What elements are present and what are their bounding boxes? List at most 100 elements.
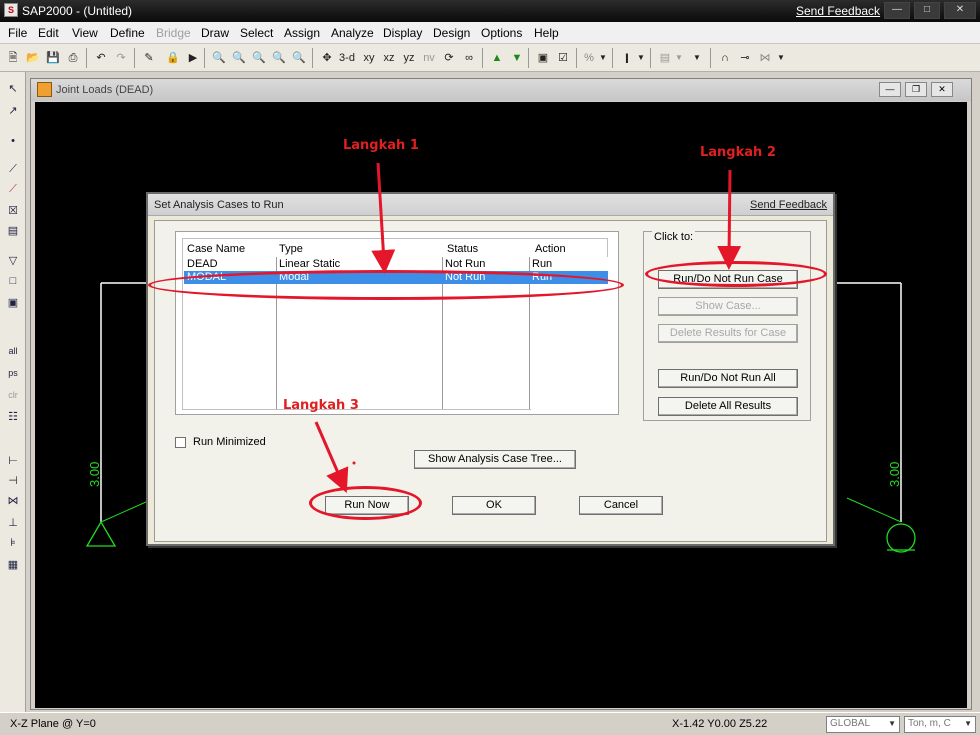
draw-poly-area-icon[interactable]: ▽ xyxy=(4,252,22,270)
percent-button[interactable]: % xyxy=(580,49,598,67)
zoom-in-icon[interactable]: 🔍 xyxy=(270,49,288,67)
view-nv-button[interactable]: nv xyxy=(420,49,438,67)
view-yz-button[interactable]: yz xyxy=(400,49,418,67)
draw-joint-icon[interactable]: • xyxy=(4,132,22,150)
send-feedback-link[interactable]: Send Feedback xyxy=(796,4,880,18)
view-xz-button[interactable]: xz xyxy=(380,49,398,67)
zoom-window-icon[interactable]: 🔍 xyxy=(210,49,228,67)
menu-file[interactable]: File xyxy=(8,26,27,40)
frame-brace-icon[interactable]: ⊸ xyxy=(736,49,754,67)
menu-assign[interactable]: Assign xyxy=(284,26,320,40)
zoom-full-icon[interactable]: 🔍 xyxy=(250,49,268,67)
get-previous-icon[interactable]: ps xyxy=(4,364,22,382)
get-previous-selection-icon[interactable]: ☑ xyxy=(554,49,572,67)
app-titlebar: S SAP2000 - (Untitled) Send Feedback — □… xyxy=(0,0,980,22)
snap-ends-icon[interactable]: ⊣ xyxy=(4,472,22,490)
draw-frame-icon[interactable]: ⟋ xyxy=(4,160,22,178)
annotation-step-2: Langkah 2 xyxy=(700,145,776,160)
sap2000-logo-icon: S xyxy=(4,3,18,17)
clear-selection-icon[interactable]: clr xyxy=(4,386,22,404)
coord-system-select[interactable]: GLOBAL ▼ xyxy=(826,716,900,733)
snap-lines-icon[interactable]: ⊧ xyxy=(4,534,22,552)
menu-view[interactable]: View xyxy=(72,26,98,40)
maximize-button[interactable]: □ xyxy=(914,2,940,19)
save-icon[interactable]: 💾 xyxy=(44,49,62,67)
move-down-icon[interactable]: ▼ xyxy=(508,49,526,67)
pointer-icon[interactable]: ↖ xyxy=(4,80,22,98)
draw-section-cut-icon[interactable]: ▤ xyxy=(4,222,22,240)
draw-brace-icon[interactable]: ☒ xyxy=(4,202,22,220)
undo-icon[interactable]: ↶ xyxy=(92,49,110,67)
col-case-name: Case Name xyxy=(187,243,246,255)
view-xy-button[interactable]: xy xyxy=(360,49,378,67)
open-folder-icon[interactable]: 📂 xyxy=(24,49,42,67)
print-icon[interactable]: ⎙ xyxy=(64,49,82,67)
zoom-out-icon[interactable]: 🔍 xyxy=(290,49,308,67)
col-action: Action xyxy=(535,243,566,255)
units-select[interactable]: Ton, m, C ▼ xyxy=(904,716,976,733)
reshape-icon[interactable]: ↗ xyxy=(4,102,22,120)
menu-bridge[interactable]: Bridge xyxy=(156,26,191,40)
cases-list[interactable]: Case Name Type Status Action DEAD Linear… xyxy=(182,238,608,410)
run-minimized-checkbox[interactable] xyxy=(175,437,186,448)
menu-draw[interactable]: Draw xyxy=(201,26,229,40)
cancel-button[interactable]: Cancel xyxy=(579,496,663,515)
menu-analyze[interactable]: Analyze xyxy=(331,26,374,40)
snap-perpendicular-icon[interactable]: ⊥ xyxy=(4,514,22,532)
snap-grid-icon[interactable]: ▦ xyxy=(4,556,22,574)
view-plane-status: X-Z Plane @ Y=0 xyxy=(10,718,96,730)
minimize-button[interactable]: — xyxy=(884,2,910,19)
chevron-down-icon[interactable]: ▼ xyxy=(776,49,786,67)
section-i-icon[interactable]: I xyxy=(618,49,636,67)
frame-truss-icon[interactable]: ⋈ xyxy=(756,49,774,67)
snap-joints-icon[interactable]: ⊢ xyxy=(4,452,22,470)
pan-icon[interactable]: ✥ xyxy=(318,49,336,67)
new-file-icon[interactable]: 🗎 xyxy=(4,49,22,67)
chevron-down-icon[interactable]: ▼ xyxy=(692,49,702,67)
status-bar: X-Z Plane @ Y=0 X-1.42 Y0.00 Z5.22 GLOBA… xyxy=(0,712,980,735)
lock-icon[interactable]: 🔒 xyxy=(164,49,182,67)
menu-define[interactable]: Define xyxy=(110,26,145,40)
menu-edit[interactable]: Edit xyxy=(38,26,59,40)
redo-icon[interactable]: ↷ xyxy=(112,49,130,67)
delete-all-results-button[interactable]: Delete All Results xyxy=(658,397,798,416)
menu-display[interactable]: Display xyxy=(383,26,422,40)
menu-design[interactable]: Design xyxy=(433,26,470,40)
refresh-pencil-icon[interactable]: ✎ xyxy=(140,49,158,67)
perspective-icon[interactable]: ∞ xyxy=(460,49,478,67)
chevron-down-icon[interactable]: ▼ xyxy=(674,49,684,67)
draw-cable-icon[interactable]: ⟋ xyxy=(4,180,22,198)
snap-intersection-icon[interactable]: ⋈ xyxy=(4,492,22,510)
show-analysis-case-tree-button[interactable]: Show Analysis Case Tree... xyxy=(414,450,576,469)
chevron-down-icon[interactable]: ▼ xyxy=(598,49,608,67)
move-up-icon[interactable]: ▲ xyxy=(488,49,506,67)
select-all-icon[interactable]: all xyxy=(4,342,22,360)
case-name-cell: DEAD xyxy=(187,258,218,270)
show-case-button[interactable]: Show Case... xyxy=(658,297,798,316)
run-analysis-icon[interactable]: ▶ xyxy=(184,49,202,67)
draw-rect-area-icon[interactable]: □ xyxy=(4,272,22,290)
ok-button[interactable]: OK xyxy=(452,496,536,515)
window-minimize-button[interactable]: — xyxy=(879,82,901,97)
draw-quad-area-icon[interactable]: ▣ xyxy=(4,294,22,312)
intersecting-line-icon[interactable]: ☷ xyxy=(4,408,22,426)
view-3d-button[interactable]: 3-d xyxy=(338,49,356,67)
menu-help[interactable]: Help xyxy=(534,26,559,40)
rotate-icon[interactable]: ⟳ xyxy=(440,49,458,67)
case-action-cell: Run xyxy=(532,258,553,270)
dialog-send-feedback-link[interactable]: Send Feedback xyxy=(750,199,827,211)
select-all-icon[interactable]: ▣ xyxy=(534,49,552,67)
highlight-run-now-button xyxy=(309,486,422,520)
area-section-icon[interactable]: ▤ xyxy=(656,49,674,67)
chevron-down-icon[interactable]: ▼ xyxy=(636,49,646,67)
run-do-not-run-all-button[interactable]: Run/Do Not Run All xyxy=(658,369,798,388)
window-restore-button[interactable]: ❐ xyxy=(905,82,927,97)
menu-select[interactable]: Select xyxy=(240,26,273,40)
frame-icon[interactable]: ∩ xyxy=(716,49,734,67)
main-toolbar: 🗎 📂 💾 ⎙ ↶ ↷ ✎ 🔒 ▶ 🔍 🔍 🔍 🔍 🔍 ✥ 3-d xy xz … xyxy=(0,44,980,72)
delete-results-for-case-button[interactable]: Delete Results for Case xyxy=(658,324,798,343)
close-button[interactable]: ✕ xyxy=(944,2,976,19)
zoom-restore-icon[interactable]: 🔍 xyxy=(230,49,248,67)
window-close-button[interactable]: ✕ xyxy=(931,82,953,97)
menu-options[interactable]: Options xyxy=(481,26,522,40)
